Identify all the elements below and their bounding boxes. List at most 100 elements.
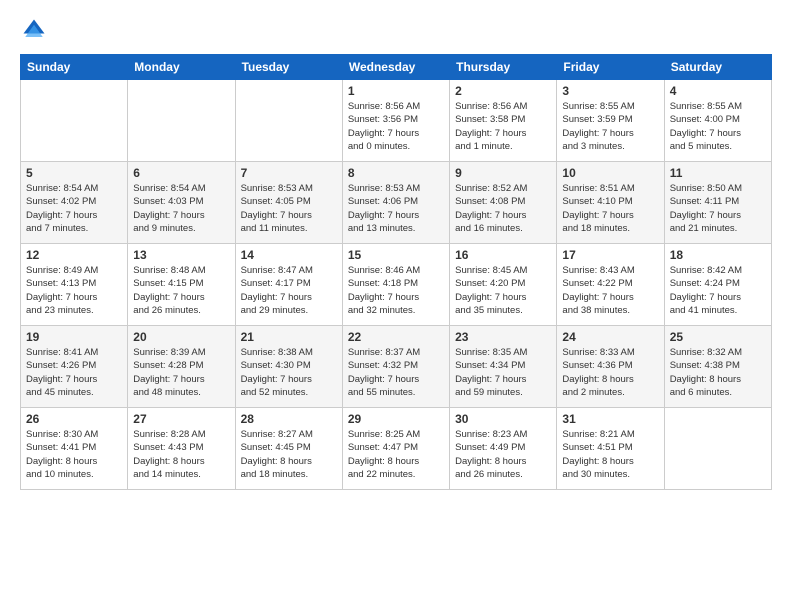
calendar-cell: 21 Sunrise: 8:38 AM Sunset: 4:30 PM Dayli… [235,326,342,408]
day-number: 22 [348,330,444,344]
day-info: Sunrise: 8:56 AM Sunset: 3:56 PM Dayligh… [348,100,444,153]
day-info: Sunrise: 8:28 AM Sunset: 4:43 PM Dayligh… [133,428,229,481]
day-info: Sunrise: 8:25 AM Sunset: 4:47 PM Dayligh… [348,428,444,481]
logo [20,16,52,44]
calendar-cell: 23Sunrise: 8:35 AM Sunset: 4:34 PM Dayli… [450,326,557,408]
day-number: 5 [26,166,122,180]
calendar-cell: 3 Sunrise: 8:55 AM Sunset: 3:59 PM Daylig… [557,80,664,162]
day-number: 7 [241,166,337,180]
calendar-cell: 17Sunrise: 8:43 AM Sunset: 4:22 PM Dayli… [557,244,664,326]
day-info: Sunrise: 8:21 AM Sunset: 4:51 PM Dayligh… [562,428,658,481]
column-header-wednesday: Wednesday [342,55,449,80]
calendar-cell: 22 Sunrise: 8:37 AM Sunset: 4:32 PM Dayli… [342,326,449,408]
day-number: 2 [455,84,551,98]
day-number: 24 [562,330,658,344]
day-info: Sunrise: 8:38 AM Sunset: 4:30 PM Dayligh… [241,346,337,399]
day-number: 25 [670,330,766,344]
header [20,16,772,44]
calendar-cell: 15Sunrise: 8:46 AM Sunset: 4:18 PM Dayli… [342,244,449,326]
day-info: Sunrise: 8:41 AM Sunset: 4:26 PM Dayligh… [26,346,122,399]
day-number: 19 [26,330,122,344]
calendar-cell: 1 Sunrise: 8:56 AM Sunset: 3:56 PM Daylig… [342,80,449,162]
day-number: 13 [133,248,229,262]
calendar-row-3: 19 Sunrise: 8:41 AM Sunset: 4:26 PM Dayli… [21,326,772,408]
day-info: Sunrise: 8:48 AM Sunset: 4:15 PM Dayligh… [133,264,229,317]
column-header-thursday: Thursday [450,55,557,80]
day-info: Sunrise: 8:53 AM Sunset: 4:06 PM Dayligh… [348,182,444,235]
calendar-cell: 24Sunrise: 8:33 AM Sunset: 4:36 PM Dayli… [557,326,664,408]
day-info: Sunrise: 8:32 AM Sunset: 4:38 PM Dayligh… [670,346,766,399]
calendar-cell [128,80,235,162]
day-number: 26 [26,412,122,426]
calendar-cell: 12 Sunrise: 8:49 AM Sunset: 4:13 PM Dayli… [21,244,128,326]
day-info: Sunrise: 8:39 AM Sunset: 4:28 PM Dayligh… [133,346,229,399]
day-number: 29 [348,412,444,426]
column-header-tuesday: Tuesday [235,55,342,80]
day-info: Sunrise: 8:49 AM Sunset: 4:13 PM Dayligh… [26,264,122,317]
page: SundayMondayTuesdayWednesdayThursdayFrid… [0,0,792,612]
day-number: 1 [348,84,444,98]
day-info: Sunrise: 8:56 AM Sunset: 3:58 PM Dayligh… [455,100,551,153]
day-number: 14 [241,248,337,262]
header-row: SundayMondayTuesdayWednesdayThursdayFrid… [21,55,772,80]
day-number: 31 [562,412,658,426]
calendar-cell: 6Sunrise: 8:54 AM Sunset: 4:03 PM Daylig… [128,162,235,244]
day-number: 4 [670,84,766,98]
calendar-cell: 25 Sunrise: 8:32 AM Sunset: 4:38 PM Dayli… [664,326,771,408]
column-header-friday: Friday [557,55,664,80]
column-header-sunday: Sunday [21,55,128,80]
day-number: 23 [455,330,551,344]
calendar-header: SundayMondayTuesdayWednesdayThursdayFrid… [21,55,772,80]
day-info: Sunrise: 8:42 AM Sunset: 4:24 PM Dayligh… [670,264,766,317]
calendar-cell: 10Sunrise: 8:51 AM Sunset: 4:10 PM Dayli… [557,162,664,244]
day-number: 30 [455,412,551,426]
day-info: Sunrise: 8:53 AM Sunset: 4:05 PM Dayligh… [241,182,337,235]
calendar-cell: 27 Sunrise: 8:28 AM Sunset: 4:43 PM Dayli… [128,408,235,490]
day-info: Sunrise: 8:37 AM Sunset: 4:32 PM Dayligh… [348,346,444,399]
calendar-cell: 9Sunrise: 8:52 AM Sunset: 4:08 PM Daylig… [450,162,557,244]
day-number: 9 [455,166,551,180]
calendar-cell: 16Sunrise: 8:45 AM Sunset: 4:20 PM Dayli… [450,244,557,326]
calendar-cell: 26Sunrise: 8:30 AM Sunset: 4:41 PM Dayli… [21,408,128,490]
calendar-cell [664,408,771,490]
day-number: 12 [26,248,122,262]
day-number: 21 [241,330,337,344]
day-number: 18 [670,248,766,262]
day-info: Sunrise: 8:46 AM Sunset: 4:18 PM Dayligh… [348,264,444,317]
day-number: 17 [562,248,658,262]
day-info: Sunrise: 8:51 AM Sunset: 4:10 PM Dayligh… [562,182,658,235]
day-info: Sunrise: 8:55 AM Sunset: 3:59 PM Dayligh… [562,100,658,153]
day-info: Sunrise: 8:54 AM Sunset: 4:02 PM Dayligh… [26,182,122,235]
calendar-cell: 14 Sunrise: 8:47 AM Sunset: 4:17 PM Dayli… [235,244,342,326]
calendar-cell: 4 Sunrise: 8:55 AM Sunset: 4:00 PM Daylig… [664,80,771,162]
day-number: 28 [241,412,337,426]
calendar-cell [235,80,342,162]
day-number: 11 [670,166,766,180]
calendar-body: 1 Sunrise: 8:56 AM Sunset: 3:56 PM Daylig… [21,80,772,490]
day-info: Sunrise: 8:54 AM Sunset: 4:03 PM Dayligh… [133,182,229,235]
day-info: Sunrise: 8:55 AM Sunset: 4:00 PM Dayligh… [670,100,766,153]
day-info: Sunrise: 8:50 AM Sunset: 4:11 PM Dayligh… [670,182,766,235]
calendar-cell: 13 Sunrise: 8:48 AM Sunset: 4:15 PM Dayli… [128,244,235,326]
day-number: 8 [348,166,444,180]
calendar-cell: 7 Sunrise: 8:53 AM Sunset: 4:05 PM Daylig… [235,162,342,244]
calendar-table: SundayMondayTuesdayWednesdayThursdayFrid… [20,54,772,490]
day-info: Sunrise: 8:45 AM Sunset: 4:20 PM Dayligh… [455,264,551,317]
calendar-cell: 28 Sunrise: 8:27 AM Sunset: 4:45 PM Dayli… [235,408,342,490]
calendar-row-2: 12 Sunrise: 8:49 AM Sunset: 4:13 PM Dayli… [21,244,772,326]
day-number: 20 [133,330,229,344]
column-header-monday: Monday [128,55,235,80]
day-number: 3 [562,84,658,98]
calendar-row-4: 26Sunrise: 8:30 AM Sunset: 4:41 PM Dayli… [21,408,772,490]
day-info: Sunrise: 8:23 AM Sunset: 4:49 PM Dayligh… [455,428,551,481]
day-info: Sunrise: 8:27 AM Sunset: 4:45 PM Dayligh… [241,428,337,481]
day-info: Sunrise: 8:47 AM Sunset: 4:17 PM Dayligh… [241,264,337,317]
calendar-cell: 19 Sunrise: 8:41 AM Sunset: 4:26 PM Dayli… [21,326,128,408]
calendar-cell: 29 Sunrise: 8:25 AM Sunset: 4:47 PM Dayli… [342,408,449,490]
calendar-cell: 11 Sunrise: 8:50 AM Sunset: 4:11 PM Dayli… [664,162,771,244]
calendar-cell: 18 Sunrise: 8:42 AM Sunset: 4:24 PM Dayli… [664,244,771,326]
calendar-cell [21,80,128,162]
column-header-saturday: Saturday [664,55,771,80]
calendar-cell: 8 Sunrise: 8:53 AM Sunset: 4:06 PM Daylig… [342,162,449,244]
day-number: 27 [133,412,229,426]
